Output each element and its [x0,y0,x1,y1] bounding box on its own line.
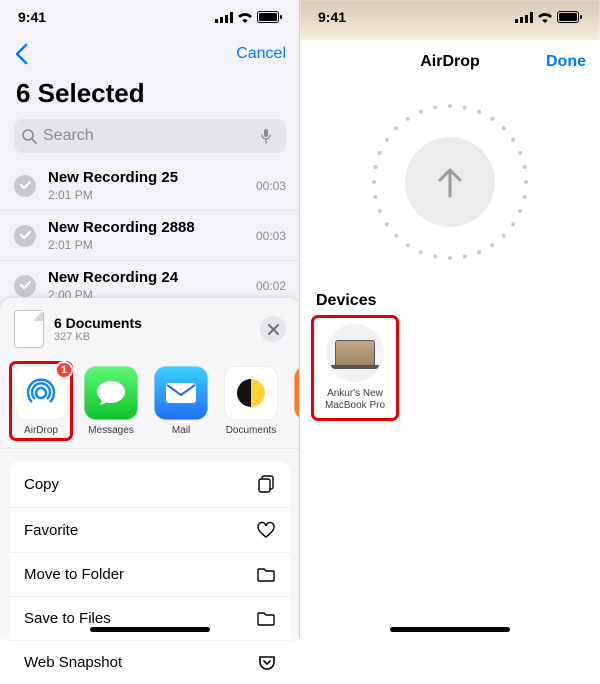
devices-heading: Devices [300,292,600,320]
folder-icon [256,567,276,583]
airdrop-sheet: AirDrop Done Devices Ankur's New MacBook… [300,40,600,638]
share-app-label: Mail [154,425,208,436]
search-input[interactable]: Search [14,119,286,153]
device-icon [326,324,384,382]
search-placeholder: Search [43,127,260,145]
share-app-mail[interactable]: Mail [154,366,208,436]
action-save-files[interactable]: Save to Files [10,597,290,641]
recording-title: New Recording 24 [48,269,256,286]
action-favorite[interactable]: Favorite [10,508,290,553]
recording-row[interactable]: New Recording 2888 2:01 PM 00:03 [0,211,300,261]
recording-time: 2:01 PM [48,188,256,202]
airdrop-title: AirDrop [420,53,480,71]
phone-share-sheet: 9:41 Cancel 6 Selected Search New Record… [0,0,300,638]
action-label: Web Snapshot [24,654,122,671]
action-move-folder[interactable]: Move to Folder [10,553,290,597]
wifi-icon [237,12,253,23]
checkmark-icon [14,275,36,297]
action-label: Copy [24,476,59,493]
share-actions: Copy Favorite Move to Folder Save to Fil… [10,461,290,684]
recording-title: New Recording 2888 [48,219,256,236]
battery-icon [557,11,582,23]
status-icons [215,11,282,23]
devices-grid: Ankur's New MacBook Pro [300,320,600,416]
cellular-icon [215,12,233,23]
page-title: 6 Selected [0,74,300,119]
messages-icon [94,378,128,408]
home-indicator[interactable] [390,627,510,632]
share-app-airdrop[interactable]: 1 AirDrop [14,366,68,436]
airdrop-badge: 1 [55,361,73,379]
share-apps-row: 1 AirDrop Messages Mail Docume [0,360,300,449]
action-web-snapshot[interactable]: Web Snapshot [10,641,290,684]
share-app-messages[interactable]: Messages [84,366,138,436]
close-button[interactable] [260,316,286,342]
phone-airdrop: 9:41 AirDrop Done Devices [300,0,600,638]
recording-row[interactable]: New Recording 25 2:01 PM 00:03 [0,161,300,211]
checkmark-icon [14,175,36,197]
done-button[interactable]: Done [546,53,586,71]
mic-icon[interactable] [260,128,272,144]
close-icon [268,324,279,335]
share-app-documents[interactable]: Documents [224,366,278,436]
documents-app-icon [233,375,269,411]
share-app-label: Messages [84,425,138,436]
recording-time: 2:01 PM [48,238,256,252]
share-sheet: 6 Documents 327 KB 1 AirDrop Messages [0,298,300,638]
airdrop-ring [300,84,600,292]
copy-icon [256,474,276,494]
battery-icon [257,11,282,23]
action-label: Favorite [24,522,78,539]
pocket-icon [258,655,276,671]
airdrop-nav: AirDrop Done [300,40,600,84]
share-title: 6 Documents [54,315,260,331]
status-icons [515,11,582,23]
device-label: Ankur's New MacBook Pro [320,388,390,412]
recording-duration: 00:03 [256,179,286,193]
share-subtitle: 327 KB [54,331,260,343]
ring-dots [370,102,530,262]
laptop-icon [335,340,375,366]
status-time: 9:41 [318,9,346,25]
document-icon [14,310,44,348]
status-bar: 9:41 [0,0,300,34]
search-icon [22,129,37,144]
status-bar: 9:41 [300,0,600,34]
recording-duration: 00:02 [256,279,286,293]
mail-icon [164,381,198,405]
status-time: 9:41 [18,9,46,25]
action-copy[interactable]: Copy [10,461,290,508]
folder-icon [256,611,276,627]
device-item[interactable]: Ankur's New MacBook Pro [316,320,394,416]
action-label: Move to Folder [24,566,124,583]
share-app-label: Documents [224,425,278,436]
cancel-button[interactable]: Cancel [236,45,286,63]
checkmark-icon [14,225,36,247]
heart-icon [256,521,276,539]
back-chevron-icon[interactable] [14,43,28,65]
home-indicator[interactable] [90,627,210,632]
share-sheet-header: 6 Documents 327 KB [0,298,300,360]
nav-bar: Cancel [0,34,300,74]
recording-title: New Recording 25 [48,169,256,186]
airdrop-icon [19,371,63,415]
wifi-icon [537,12,553,23]
action-label: Save to Files [24,610,111,627]
share-app-label: AirDrop [14,425,68,436]
cellular-icon [515,12,533,23]
recording-duration: 00:03 [256,229,286,243]
